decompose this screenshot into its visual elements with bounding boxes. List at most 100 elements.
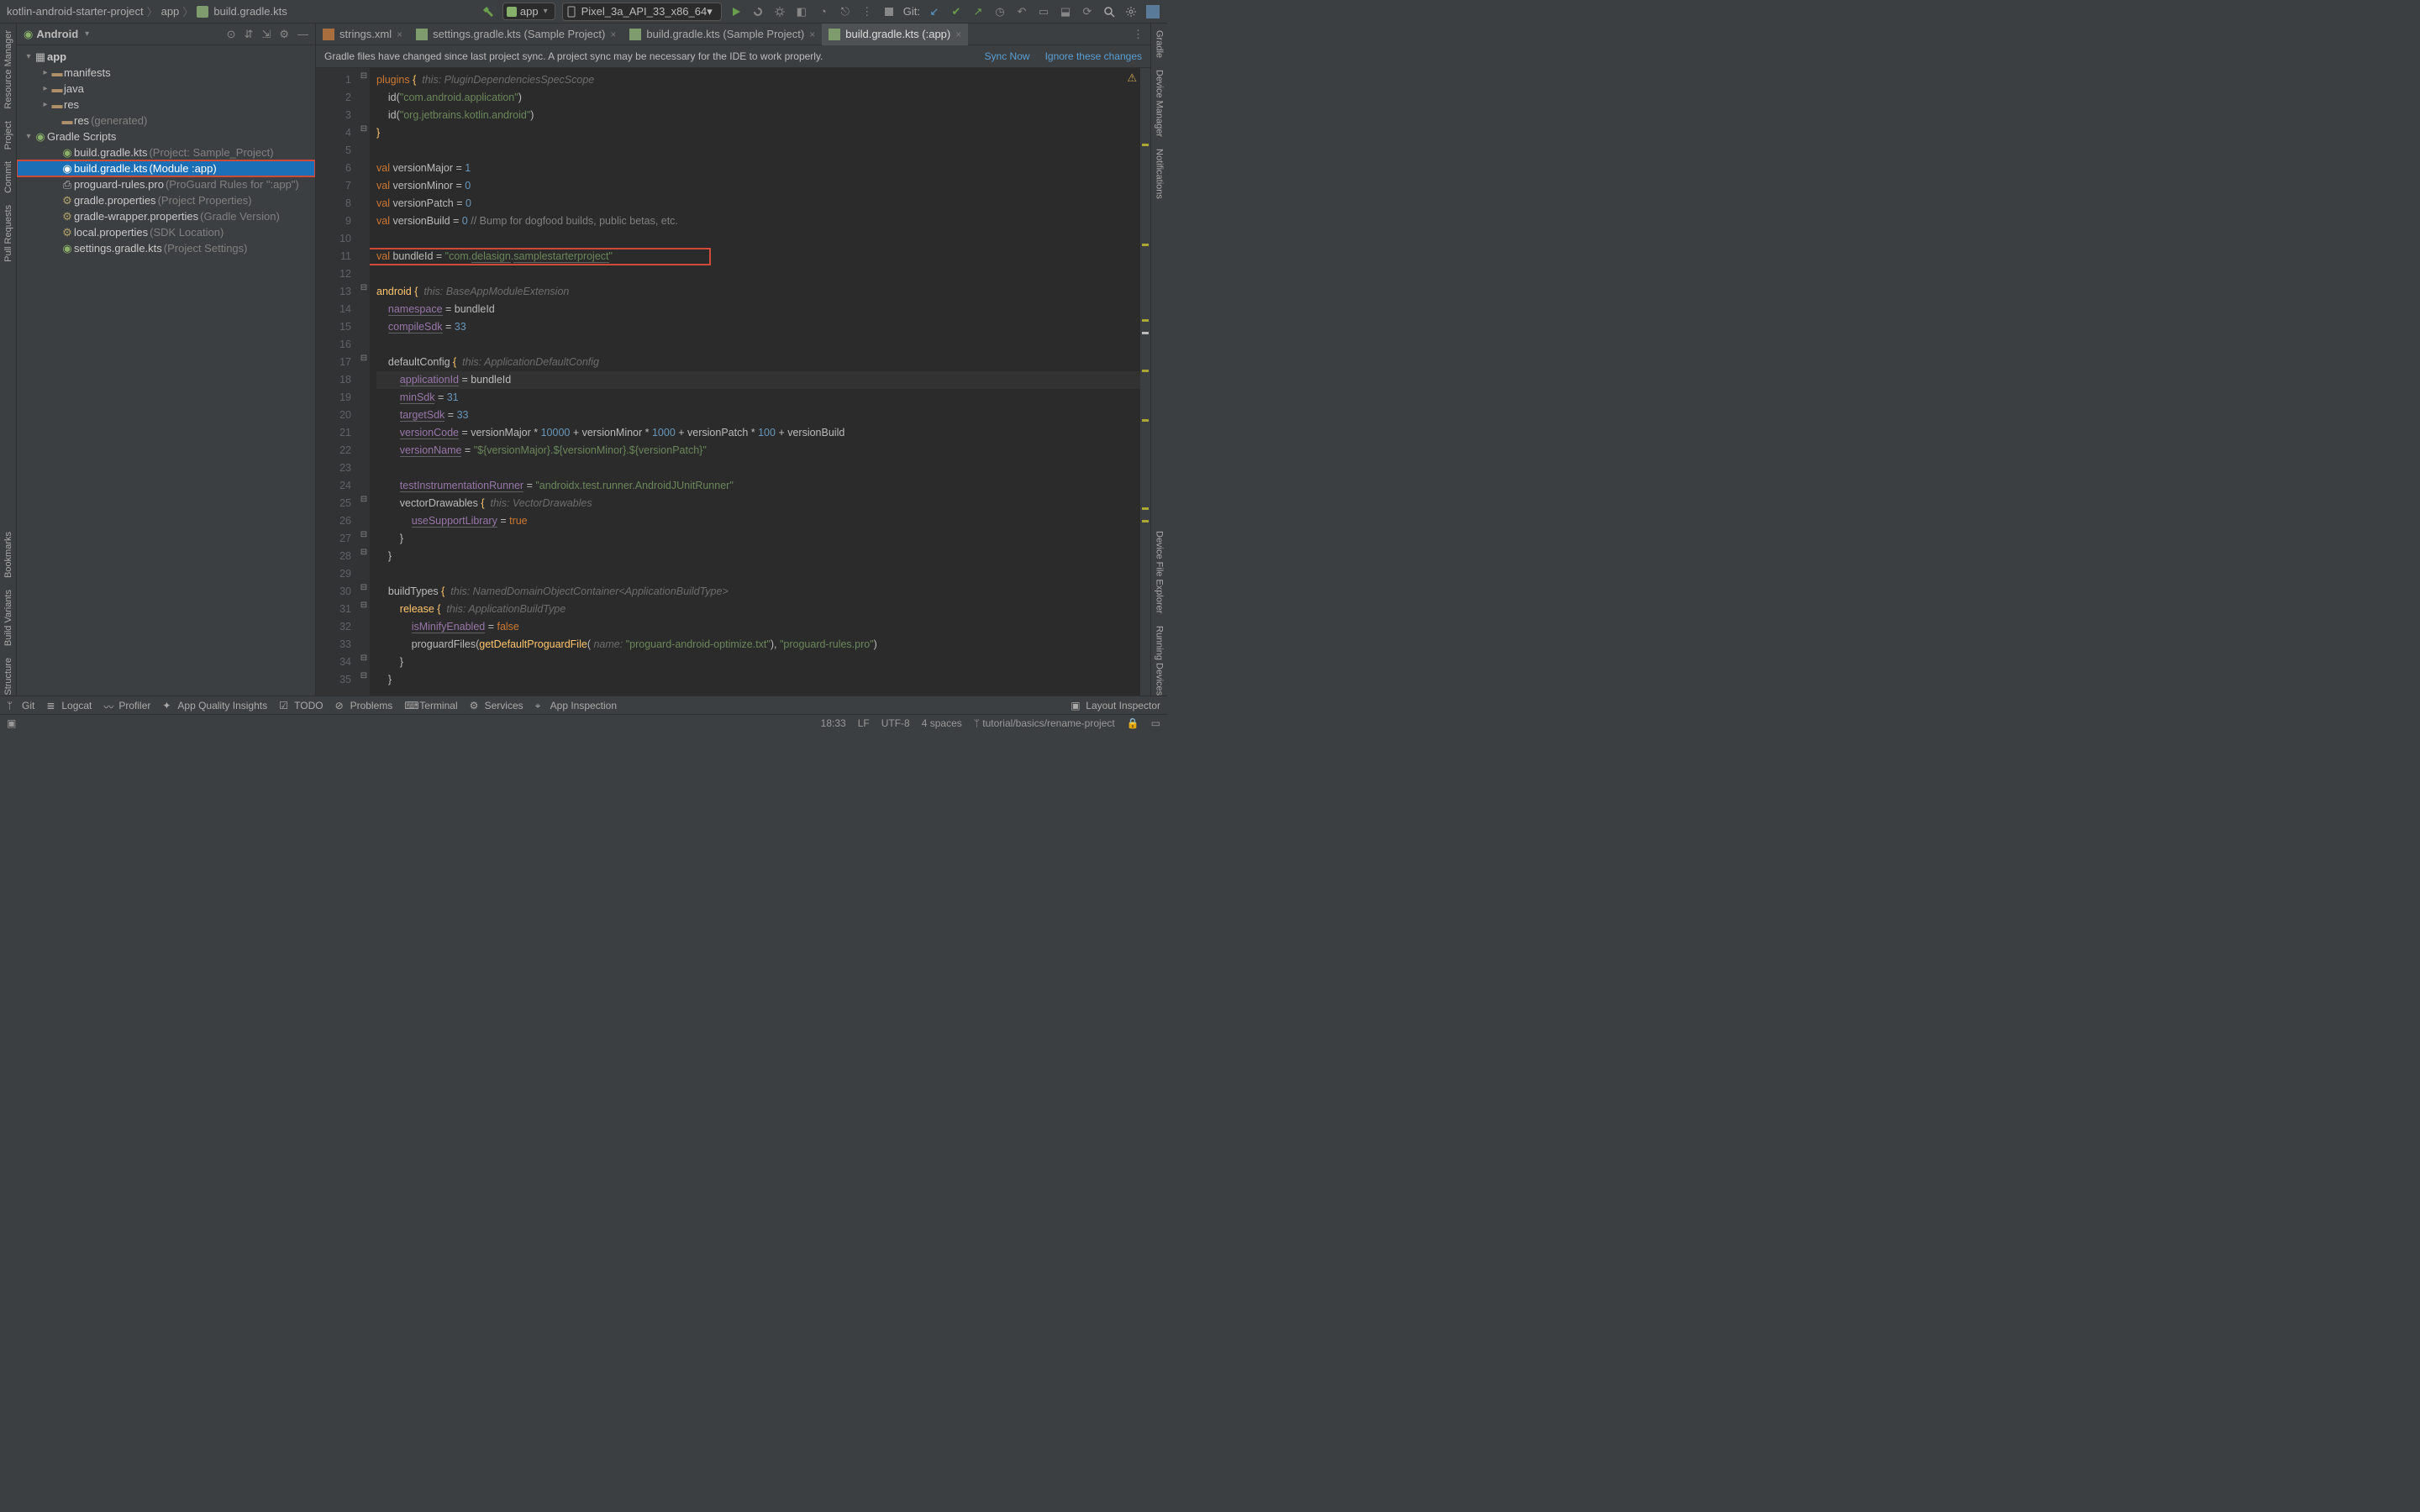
tab-build-gradle-project[interactable]: build.gradle.kts (Sample Project) × (623, 24, 822, 45)
stripe-resource-manager[interactable]: Resource Manager (3, 30, 13, 109)
tree-app-root[interactable]: ▦ app (17, 49, 315, 65)
arrow-right-icon[interactable] (40, 68, 50, 77)
node-suffix: (SDK Location) (150, 226, 224, 239)
tree-gradle-scripts[interactable]: ◉ Gradle Scripts (17, 129, 315, 144)
rollback-icon[interactable]: ↶ (1014, 4, 1029, 19)
tab-overflow-icon[interactable]: ⋮ (1126, 28, 1150, 41)
hide-icon[interactable]: — (297, 28, 308, 41)
sync-now-link[interactable]: Sync Now (985, 50, 1030, 62)
stripe-project[interactable]: Project (3, 121, 13, 150)
arrow-down-icon[interactable] (24, 132, 34, 141)
apply-changes-icon[interactable] (750, 4, 765, 19)
tree-script-wrapper-props[interactable]: ⚙ gradle-wrapper.properties (Gradle Vers… (17, 208, 315, 224)
tree-manifests[interactable]: ▬ manifests (17, 65, 315, 81)
more-run-icon[interactable]: ⋮ (860, 4, 875, 19)
tree-script-project-build[interactable]: ◉ build.gradle.kts (Project: Sample_Proj… (17, 144, 315, 160)
tool-window-icon[interactable]: ▣ (7, 717, 18, 729)
stripe-pull-requests[interactable]: Pull Requests (3, 205, 13, 262)
caret-position[interactable]: 18:33 (821, 717, 846, 729)
git-commit-icon[interactable]: ✔ (949, 4, 964, 19)
node-label: settings.gradle.kts (74, 242, 162, 255)
debug-icon[interactable] (772, 4, 787, 19)
stripe-device-file-explorer[interactable]: Device File Explorer (1155, 531, 1165, 613)
tree-script-app-build[interactable]: ◉ build.gradle.kts (Module :app) (17, 160, 315, 176)
project-tree[interactable]: ▦ app ▬ manifests ▬ java ▬ res ▬ res (17, 45, 315, 696)
stripe-structure[interactable]: Structure (3, 658, 13, 696)
stripe-running-devices[interactable]: Running Devices (1155, 626, 1165, 696)
lock-icon[interactable]: 🔒 (1127, 717, 1139, 729)
tool-app-quality[interactable]: ✦App Quality Insights (162, 700, 267, 711)
attach-icon[interactable]: ⎋ (838, 4, 853, 19)
tool-layout-inspector[interactable]: ▣Layout Inspector (1071, 700, 1160, 711)
tree-script-gradle-props[interactable]: ⚙ gradle.properties (Project Properties) (17, 192, 315, 208)
memory-indicator[interactable]: ▭ (1151, 717, 1160, 729)
warning-indicator-icon[interactable]: ⚠ (1127, 71, 1137, 85)
close-icon[interactable]: × (955, 29, 961, 40)
tab-settings-gradle[interactable]: settings.gradle.kts (Sample Project) × (409, 24, 623, 45)
arrow-right-icon[interactable] (40, 100, 50, 109)
error-stripe[interactable] (1140, 68, 1150, 696)
tool-services[interactable]: ⚙Services (470, 700, 523, 711)
tree-script-local-props[interactable]: ⚙ local.properties (SDK Location) (17, 224, 315, 240)
stripe-build-variants[interactable]: Build Variants (3, 590, 13, 646)
breadcrumb-file[interactable]: build.gradle.kts (213, 5, 287, 18)
sync-icon[interactable]: ⟳ (1080, 4, 1095, 19)
line-separator[interactable]: LF (858, 717, 870, 729)
fold-gutter[interactable]: ⊟⊟⊟⊟⊟⊟⊟⊟⊟⊟⊟ (358, 68, 370, 696)
account-icon[interactable] (1145, 4, 1160, 19)
avd-icon[interactable]: ▭ (1036, 4, 1051, 19)
settings-icon[interactable] (1123, 4, 1139, 19)
tool-todo[interactable]: ☑TODO (279, 700, 323, 711)
arrow-right-icon[interactable] (40, 84, 50, 93)
ignore-changes-link[interactable]: Ignore these changes (1045, 50, 1142, 62)
tool-logcat[interactable]: ≣Logcat (46, 700, 92, 711)
tab-strings[interactable]: strings.xml × (316, 24, 409, 45)
tab-build-gradle-app[interactable]: build.gradle.kts (:app) × (822, 24, 968, 45)
expand-icon[interactable]: ⇵ (245, 28, 254, 41)
search-icon[interactable] (1102, 4, 1117, 19)
sdk-icon[interactable]: ⬓ (1058, 4, 1073, 19)
stripe-bookmarks[interactable]: Bookmarks (3, 532, 13, 578)
tool-terminal[interactable]: ⌨Terminal (404, 700, 457, 711)
stop-icon[interactable] (881, 4, 897, 19)
git-push-icon[interactable]: ↗ (971, 4, 986, 19)
close-icon[interactable]: × (610, 29, 616, 40)
code-editor[interactable]: 1234567891011121314151617181920212223242… (316, 68, 1150, 696)
coverage-icon[interactable]: ◧ (794, 4, 809, 19)
gear-icon[interactable]: ⚙ (279, 28, 289, 41)
breadcrumb-app[interactable]: app (161, 5, 180, 18)
code-content[interactable]: plugins { this: PluginDependenciesSpecSc… (370, 68, 1150, 696)
tool-problems[interactable]: ⊘Problems (335, 700, 393, 711)
gradle-file-icon (629, 29, 641, 40)
tool-git[interactable]: ᛘGit (7, 700, 34, 711)
build-icon[interactable] (481, 4, 496, 19)
history-icon[interactable]: ◷ (992, 4, 1007, 19)
tool-profiler[interactable]: 〰Profiler (103, 700, 150, 711)
tree-script-proguard[interactable]: ⎙ proguard-rules.pro (ProGuard Rules for… (17, 176, 315, 192)
stripe-commit[interactable]: Commit (3, 161, 13, 193)
select-opened-icon[interactable]: ⊙ (227, 28, 236, 41)
indent[interactable]: 4 spaces (922, 717, 962, 729)
stripe-device-manager[interactable]: Device Manager (1155, 70, 1165, 137)
tool-app-inspection[interactable]: ⌖App Inspection (535, 700, 617, 711)
tree-res[interactable]: ▬ res (17, 97, 315, 113)
stripe-notifications[interactable]: Notifications (1155, 149, 1165, 199)
run-config-dropdown[interactable]: app ▾ (502, 3, 555, 20)
panel-title-dropdown[interactable]: ◉ Android ▾ (24, 28, 89, 41)
breadcrumb-project[interactable]: kotlin-android-starter-project (7, 5, 144, 18)
close-icon[interactable]: × (809, 29, 815, 40)
arrow-down-icon[interactable] (24, 52, 34, 61)
node-label: res (64, 98, 79, 111)
git-pull-icon[interactable]: ↙ (927, 4, 942, 19)
stripe-gradle[interactable]: Gradle (1155, 30, 1165, 58)
git-branch[interactable]: ᛘ tutorial/basics/rename-project (974, 717, 1115, 729)
run-icon[interactable] (729, 4, 744, 19)
encoding[interactable]: UTF-8 (881, 717, 910, 729)
tree-res-gen[interactable]: ▬ res (generated) (17, 113, 315, 129)
collapse-icon[interactable]: ⇲ (261, 28, 271, 41)
tree-script-settings[interactable]: ◉ settings.gradle.kts (Project Settings) (17, 240, 315, 256)
device-dropdown[interactable]: Pixel_3a_API_33_x86_64 ▾ (562, 3, 722, 21)
profile-icon[interactable]: ◔ (816, 4, 831, 19)
tree-java[interactable]: ▬ java (17, 81, 315, 97)
close-icon[interactable]: × (397, 29, 402, 40)
